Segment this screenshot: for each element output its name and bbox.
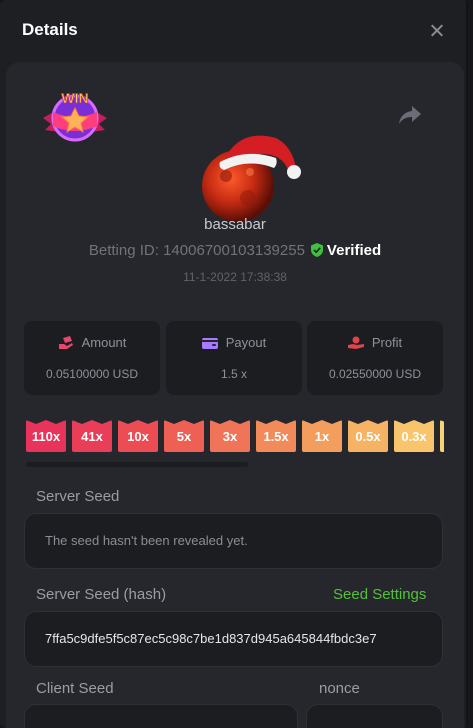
multiplier-chip[interactable]: 0.3x — [394, 420, 434, 452]
multiplier-chip[interactable]: 1x — [302, 420, 342, 452]
stat-profit-value: 0.02550000 USD — [328, 367, 422, 381]
stat-amount-label: Amount — [81, 335, 127, 350]
nonce-field[interactable] — [306, 704, 443, 728]
modal-header: Details — [0, 0, 468, 62]
server-seed-field[interactable]: The seed hasn't been revealed yet. — [24, 513, 443, 569]
stat-amount-value: 0.05100000 USD — [45, 367, 139, 381]
multiplier-chip[interactable]: 0.5x — [348, 420, 388, 452]
modal-title: Details — [22, 20, 78, 39]
client-seed-label: Client Seed — [36, 680, 114, 697]
betting-id-label: Betting ID: — [88, 242, 159, 259]
stat-payout-label: Payout — [225, 335, 267, 350]
badge-text: WIN — [61, 90, 88, 106]
stats-row: Amount 0.05100000 USD Payout 1.5 x Profi… — [24, 321, 444, 395]
multiplier-chip[interactable]: 1.5x — [256, 420, 296, 452]
background-edge — [466, 0, 468, 728]
server-seed-value: The seed hasn't been revealed yet. — [45, 533, 248, 548]
server-seed-label: Server Seed — [36, 488, 120, 505]
multiplier-chip[interactable]: 110x — [26, 420, 66, 452]
verified-label: Verified — [326, 242, 382, 259]
details-modal: Details WIN bassabar Betting ID: 1400670… — [0, 0, 468, 728]
close-icon[interactable] — [426, 20, 448, 42]
client-seed-field[interactable] — [24, 704, 298, 728]
stat-profit-label: Profit — [371, 335, 403, 350]
verified-shield-icon — [310, 243, 323, 257]
avatar — [202, 135, 301, 222]
multiplier-row: 110x 41x 10x 5x 3x 1.5x 1x 0.5x 0.3x — [26, 420, 444, 452]
server-seed-hash-field[interactable]: 7ffa5c9dfe5f5c87ec5c98c7be1d837d945a6458… — [24, 611, 443, 667]
share-icon[interactable] — [398, 104, 422, 126]
multiplier-chip[interactable]: 3x — [210, 420, 250, 452]
stat-payout: Payout 1.5 x — [166, 321, 302, 395]
betting-id-value: 14006700103139255 — [163, 242, 305, 259]
win-badge-icon: WIN — [43, 90, 107, 142]
stat-amount: Amount 0.05100000 USD — [24, 321, 160, 395]
server-seed-hash-value: 7ffa5c9dfe5f5c87ec5c98c7be1d837d945a6458… — [45, 631, 377, 646]
bet-datetime: 11-1-2022 17:38:38 — [183, 270, 287, 284]
betting-id-row: Betting ID: 14006700103139255 Verified — [6, 242, 464, 259]
seed-settings-link[interactable]: Seed Settings — [333, 586, 426, 603]
multiplier-chip[interactable]: 10x — [118, 420, 158, 452]
multiplier-chip[interactable]: 41x — [72, 420, 112, 452]
stat-profit: Profit 0.02550000 USD — [307, 321, 443, 395]
multiplier-scrollbar[interactable] — [26, 462, 248, 467]
stat-payout-value: 1.5 x — [220, 367, 247, 381]
money-hand-icon — [58, 336, 73, 349]
bet-details-panel: WIN bassabar Betting ID: 140067001031392… — [6, 62, 464, 728]
multiplier-chip[interactable]: 5x — [164, 420, 204, 452]
wallet-icon — [201, 338, 218, 349]
server-seed-hash-label: Server Seed (hash) — [36, 586, 167, 603]
coin-hand-icon — [347, 336, 364, 349]
username: bassabar — [204, 216, 266, 233]
nonce-label: nonce — [319, 680, 360, 697]
multiplier-chip[interactable] — [440, 420, 444, 452]
